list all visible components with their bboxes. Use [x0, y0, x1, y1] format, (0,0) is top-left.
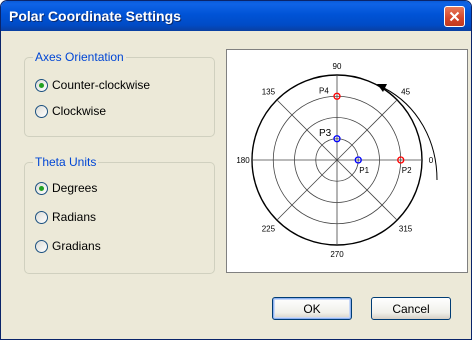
radio-circle-icon[interactable] [35, 181, 48, 195]
radio-circle-icon[interactable] [35, 239, 48, 253]
radio-circle-icon[interactable] [35, 210, 48, 224]
radio-label: Clockwise [52, 104, 107, 118]
point-label-p1: P1 [359, 166, 369, 175]
point-label-p4: P4 [319, 86, 329, 95]
angle-label-135: 135 [262, 87, 276, 96]
angle-label-180: 180 [236, 156, 250, 165]
grid-spoke [276, 159, 338, 221]
radio-radians[interactable]: Radians [35, 210, 96, 224]
close-x-icon [449, 11, 460, 22]
theta-units-title: Theta Units [33, 155, 99, 169]
angle-label-0: 0 [429, 156, 434, 165]
cancel-button[interactable]: Cancel [371, 297, 451, 320]
angle-label-315: 315 [399, 225, 413, 234]
point-label-p3: P3 [319, 128, 332, 139]
axes-orientation-group: Axes Orientation Counter-clockwise Clock… [24, 50, 215, 137]
angle-label-90: 90 [333, 62, 342, 71]
cancel-label: Cancel [392, 301, 430, 316]
angle-label-225: 225 [262, 225, 276, 234]
title-bar[interactable]: Polar Coordinate Settings [1, 1, 471, 31]
radio-label: Degrees [52, 181, 98, 195]
polar-preview: 0 45 90 135 180 225 270 315 P1 P2 P3 P4 [226, 49, 468, 273]
grid-spoke [336, 99, 398, 161]
angle-label-270: 270 [330, 250, 344, 259]
close-button[interactable] [444, 6, 465, 27]
radio-label: Radians [52, 210, 97, 224]
theta-units-group: Theta Units Degrees Radians Gradians [24, 155, 215, 274]
radio-label: Gradians [52, 239, 101, 253]
dialog-client-area: Axes Orientation Counter-clockwise Clock… [4, 31, 468, 336]
radio-gradians[interactable]: Gradians [35, 239, 101, 253]
point-label-p2: P2 [402, 166, 412, 175]
radio-circle-icon[interactable] [35, 104, 48, 118]
angle-label-45: 45 [401, 87, 410, 96]
ok-label: OK [303, 301, 321, 316]
radio-degrees[interactable]: Degrees [35, 181, 97, 195]
dialog-title: Polar Coordinate Settings [9, 8, 181, 24]
radio-circle-icon[interactable] [35, 78, 48, 92]
polar-grid-plot: 0 45 90 135 180 225 270 315 P1 P2 P3 P4 [236, 62, 438, 259]
axes-orientation-title: Axes Orientation [33, 50, 126, 64]
radio-label: Counter-clockwise [52, 78, 151, 92]
radio-clockwise[interactable]: Clockwise [35, 104, 106, 118]
ok-button[interactable]: OK [272, 297, 352, 320]
dialog-window: Polar Coordinate Settings Axes Orientati… [0, 0, 472, 340]
radio-counter-clockwise[interactable]: Counter-clockwise [35, 78, 150, 92]
